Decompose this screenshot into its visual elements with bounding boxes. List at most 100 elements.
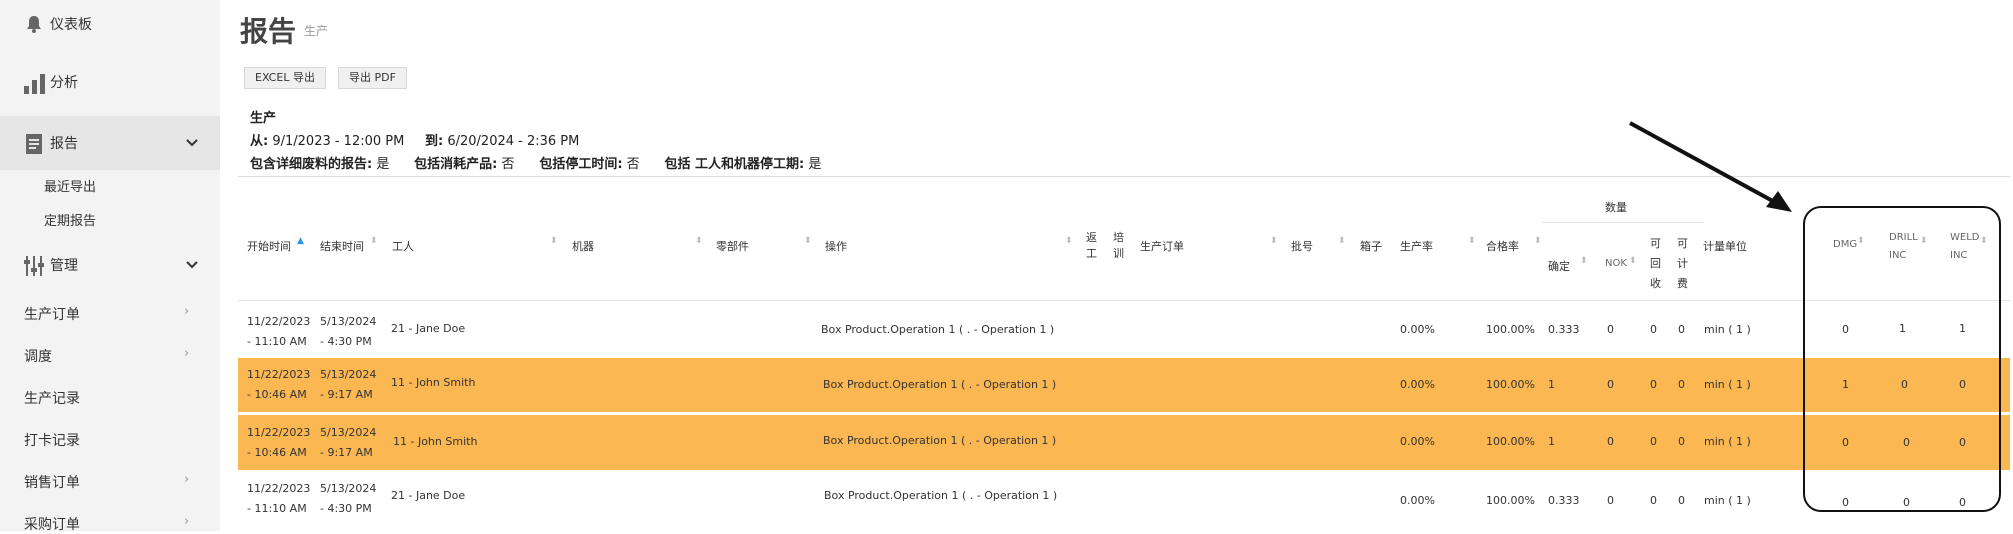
col-training-line2: 训: [1113, 247, 1124, 260]
sort-asc-icon[interactable]: ▲: [297, 236, 304, 246]
cell-start-time: 11/22/2023- 11:10 AM: [247, 482, 311, 515]
sort-icon[interactable]: ⬍: [804, 236, 812, 246]
col-unit[interactable]: 计量单位: [1703, 238, 1747, 254]
col-billable-line2: 计: [1677, 257, 1688, 270]
sidebar-item-production-records[interactable]: 生产记录: [24, 388, 80, 408]
sidebar-item-label: 报告: [50, 136, 78, 152]
sidebar-item-clock-records[interactable]: 打卡记录: [24, 430, 80, 450]
sidebar-item-manage[interactable]: 管理: [0, 248, 220, 282]
col-end-time[interactable]: 结束时间: [320, 238, 364, 254]
sidebar-item-report[interactable]: 报告: [0, 116, 220, 170]
option-label: 包含详细废料的报告:: [250, 157, 373, 172]
sidebar-item-production-orders[interactable]: 生产订单 ›: [24, 304, 189, 324]
table-row[interactable]: 11/22/2023- 10:46 AM 5/13/2024- 9:17 AM …: [238, 415, 2010, 470]
table-row[interactable]: 11/22/2023- 11:10 AM 5/13/2024- 4:30 PM …: [238, 302, 2010, 356]
col-recyclable-line3: 收: [1650, 277, 1661, 290]
table-row[interactable]: 11/22/2023- 11:10 AM 5/13/2024- 4:30 PM …: [238, 474, 2010, 531]
cell-recyclable: 0: [1650, 435, 1657, 448]
cell-unit: min ( 1 ): [1704, 435, 1751, 448]
sidebar-subitem-recent-exports[interactable]: 最近导出: [44, 176, 96, 195]
sidebar: 仪表板 分析 报告 最近导出 定期报告 管理 生产订单 › 调度 › 生产记录: [0, 0, 220, 534]
col-billable[interactable]: 可 计 费: [1677, 234, 1688, 294]
cell-ok: 1: [1548, 378, 1555, 391]
sidebar-item-dashboard[interactable]: 仪表板: [0, 10, 220, 38]
cell-billable: 0: [1678, 323, 1685, 336]
cell-start-time: 11/22/2023- 10:46 AM: [247, 368, 311, 401]
col-billable-line3: 费: [1677, 277, 1688, 290]
sort-icon[interactable]: ⬍: [1534, 236, 1542, 246]
cell-operation: Box Product.Operation 1 ( . - Operation …: [821, 323, 1055, 336]
sort-icon[interactable]: ⬍: [1270, 236, 1278, 246]
option-value: 否: [626, 157, 640, 172]
cell-nok: 0: [1607, 494, 1614, 507]
col-production-order[interactable]: 生产订单: [1140, 238, 1184, 254]
sort-icon[interactable]: ⬍: [370, 236, 378, 246]
cell-billable: 0: [1678, 378, 1685, 391]
cell-unit: min ( 1 ): [1704, 378, 1751, 391]
col-rework-line1: 返: [1086, 231, 1097, 244]
col-rework[interactable]: 返 工: [1086, 229, 1097, 261]
cell-pass-rate: 100.00%: [1486, 435, 1535, 448]
cell-nok: 0: [1607, 435, 1614, 448]
sidebar-subitem-scheduled-reports[interactable]: 定期报告: [44, 210, 96, 229]
sidebar-item-scheduling[interactable]: 调度 ›: [24, 346, 189, 366]
page-title: 报告: [240, 15, 297, 48]
sidebar-item-label: 分析: [50, 75, 78, 91]
col-billable-line1: 可: [1677, 237, 1688, 250]
excel-export-button[interactable]: EXCEL 导出: [244, 67, 326, 89]
col-operation[interactable]: 操作: [825, 238, 847, 254]
col-pass-rate[interactable]: 合格率: [1486, 238, 1519, 254]
col-start-time[interactable]: 开始时间: [247, 238, 291, 254]
sidebar-item-sales-orders[interactable]: 销售订单 ›: [24, 472, 189, 492]
option-label: 包括 工人和机器停工期:: [664, 157, 805, 172]
option-label: 包括消耗产品:: [414, 157, 498, 172]
sidebar-item-purchase-orders[interactable]: 采购订单 ›: [24, 514, 189, 534]
sort-icon[interactable]: ⬍: [1468, 236, 1476, 246]
cell-nok: 0: [1607, 378, 1614, 391]
cell-ok: 1: [1548, 435, 1555, 448]
chevron-right-icon: ›: [184, 346, 190, 361]
sort-icon[interactable]: ⬍: [550, 236, 558, 246]
main-content: 报告 生产 EXCEL 导出 导出 PDF 生产 从: 9/1/2023 - 1…: [220, 0, 2013, 531]
col-training[interactable]: 培 训: [1113, 229, 1124, 261]
cell-recyclable: 0: [1650, 378, 1657, 391]
col-part[interactable]: 零部件: [716, 238, 749, 254]
option-label: 包括停工时间:: [539, 157, 623, 172]
option-value: 否: [501, 157, 515, 172]
sort-icon[interactable]: ⬍: [1338, 236, 1346, 246]
col-ok[interactable]: 确定: [1548, 258, 1570, 274]
chevron-down-icon: [186, 257, 198, 273]
group-header-rule: [1542, 222, 1704, 223]
cell-ok: 0.333: [1548, 323, 1580, 336]
chevron-right-icon: ›: [184, 514, 190, 529]
cell-production-rate: 0.00%: [1400, 323, 1435, 336]
cell-recyclable: 0: [1650, 494, 1657, 507]
col-box[interactable]: 箱子: [1360, 238, 1382, 254]
report-options: 包含详细废料的报告: 是 包括消耗产品: 否 包括停工时间: 否 包括 工人和机…: [250, 153, 821, 172]
cell-unit: min ( 1 ): [1704, 494, 1751, 507]
col-recyclable[interactable]: 可 回 收: [1650, 234, 1661, 294]
sort-icon[interactable]: ⬍: [1065, 236, 1073, 246]
col-machine[interactable]: 机器: [572, 238, 594, 254]
report-section-title: 生产: [250, 111, 277, 126]
page-subtitle: 生产: [304, 24, 329, 38]
sidebar-item-label: 打卡记录: [24, 433, 80, 449]
col-batch[interactable]: 批号: [1291, 238, 1313, 254]
cell-end-time: 5/13/2024- 4:30 PM: [320, 315, 377, 348]
from-value: 9/1/2023 - 12:00 PM: [272, 134, 405, 149]
sort-icon[interactable]: ⬍: [1629, 256, 1637, 266]
cell-production-rate: 0.00%: [1400, 435, 1435, 448]
col-worker[interactable]: 工人: [392, 238, 414, 254]
sidebar-item-analysis[interactable]: 分析: [0, 68, 220, 96]
pdf-export-button[interactable]: 导出 PDF: [338, 67, 407, 89]
cell-billable: 0: [1678, 435, 1685, 448]
table-row[interactable]: 11/22/2023- 10:46 AM 5/13/2024- 9:17 AM …: [238, 358, 2010, 412]
sidebar-item-label: 生产订单: [24, 307, 80, 323]
chevron-right-icon: ›: [184, 304, 190, 319]
col-nok[interactable]: NOK: [1605, 258, 1627, 269]
cell-recyclable: 0: [1650, 323, 1657, 336]
sort-icon[interactable]: ⬍: [1580, 256, 1588, 266]
col-production-rate[interactable]: 生产率: [1400, 238, 1433, 254]
sort-icon[interactable]: ⬍: [695, 236, 703, 246]
chevron-right-icon: ›: [184, 472, 190, 487]
